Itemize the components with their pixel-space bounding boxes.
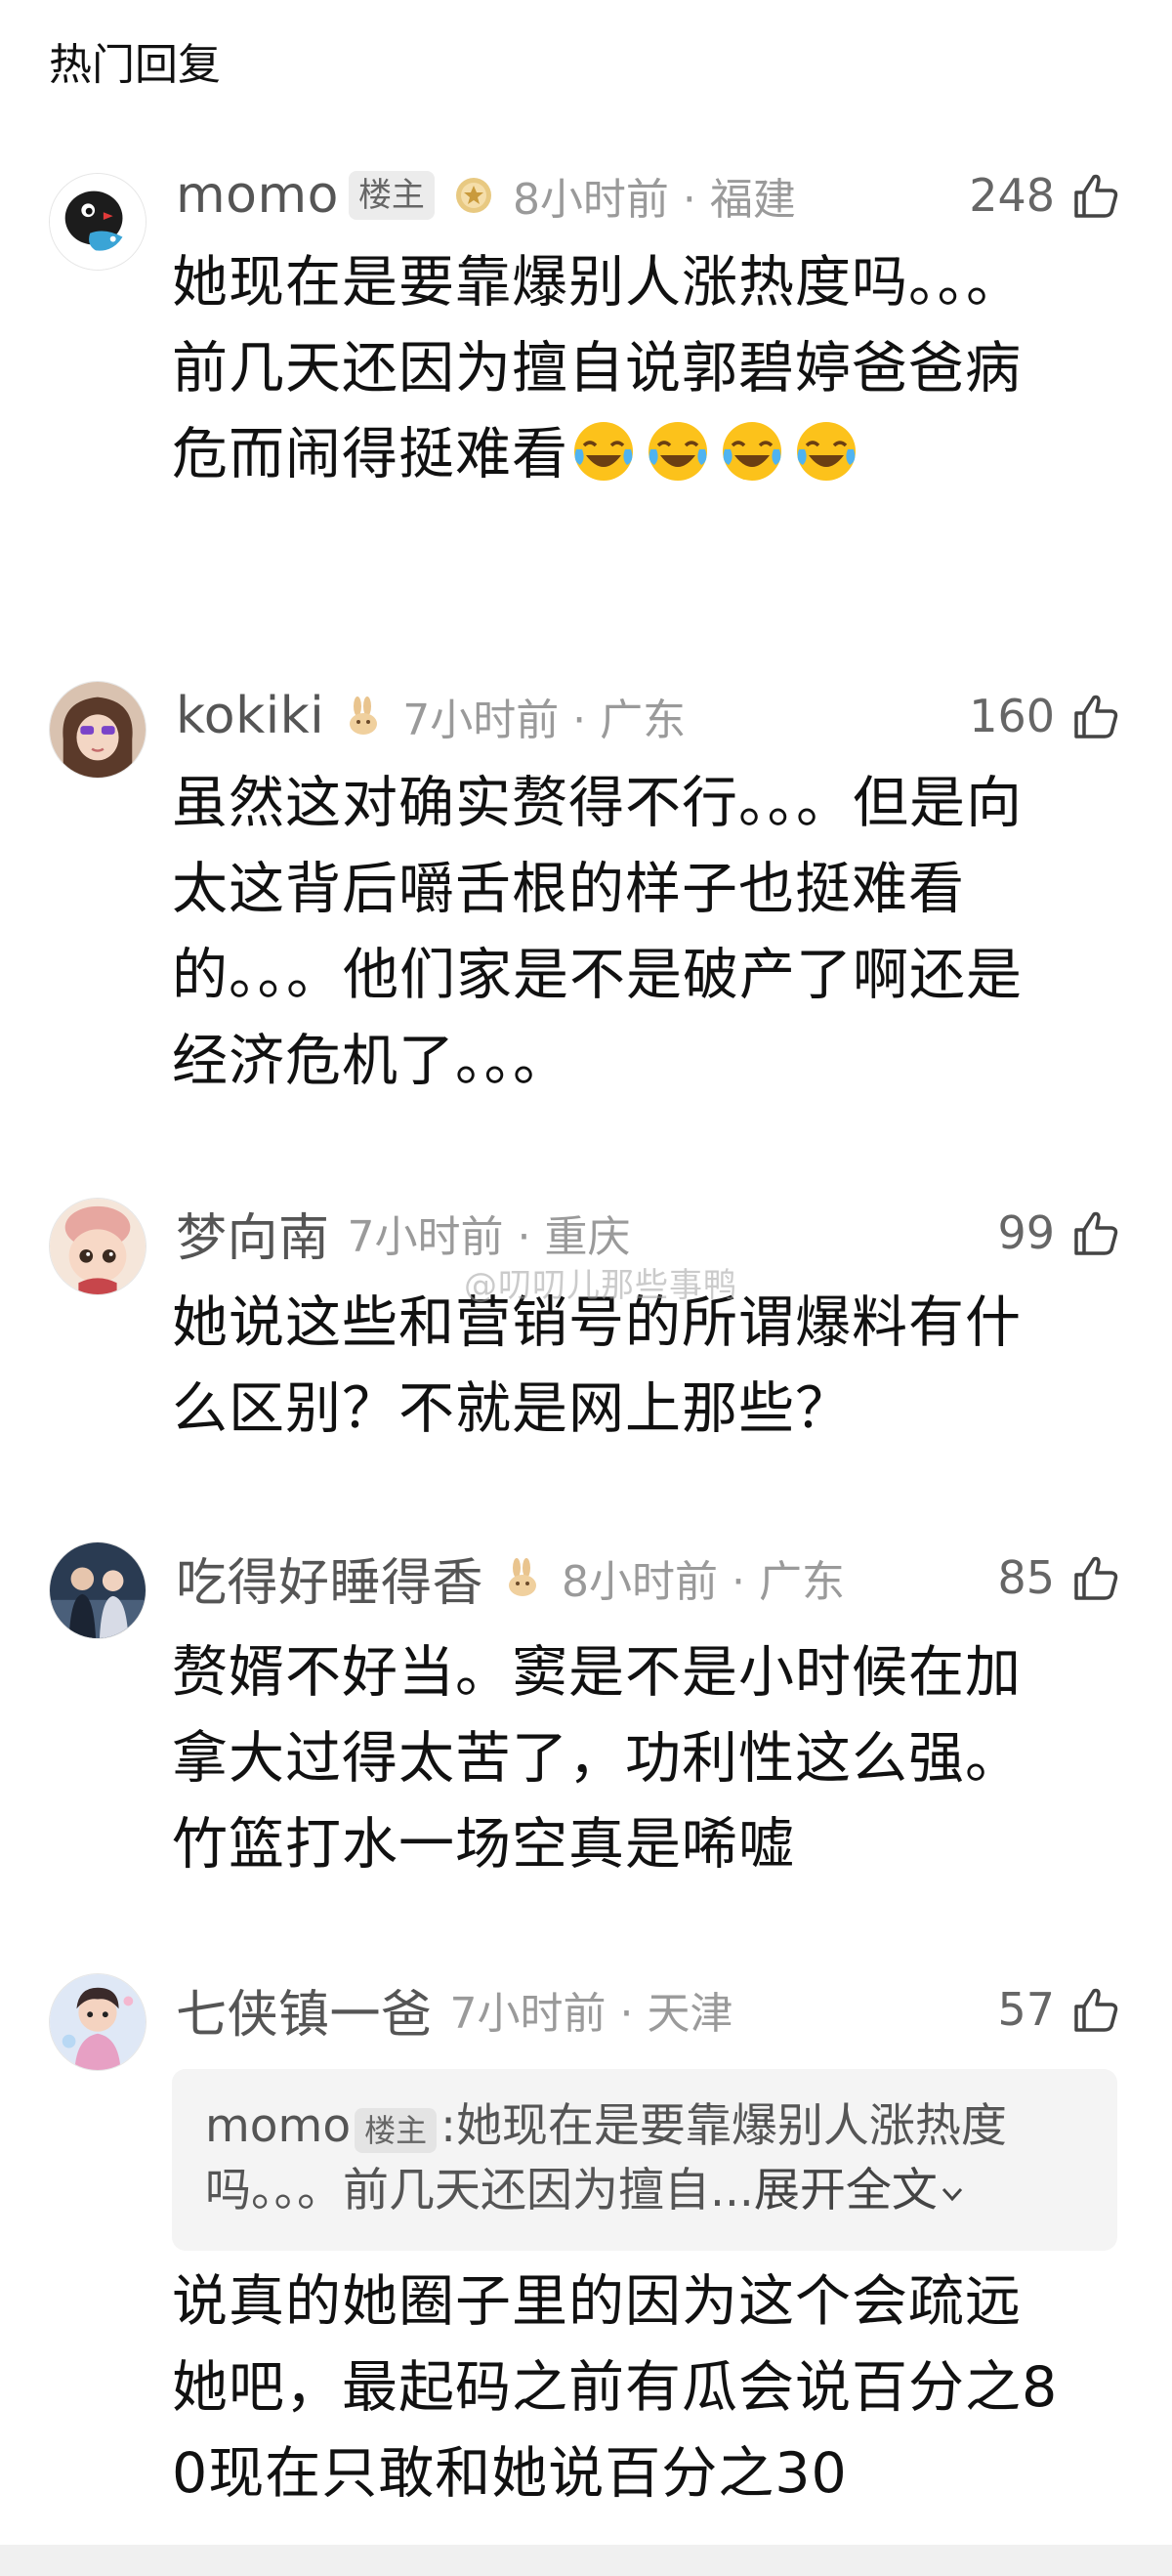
rabbit-icon — [501, 1556, 544, 1599]
time-location: 8小时前 · 广东 — [562, 1557, 845, 1607]
username[interactable]: kokiki — [176, 687, 324, 745]
comment-meta: 梦向南 7小时前 · 重庆 — [176, 1197, 631, 1270]
comment-meta: kokiki 7小时前 · 广东 — [176, 682, 686, 750]
quote-username[interactable]: momo — [205, 2099, 351, 2153]
like-count: 160 — [969, 690, 1055, 742]
quote-text: 她现在是要靠爆别人涨热度 — [455, 2099, 1007, 2153]
chevron-down-icon[interactable] — [938, 2179, 967, 2209]
like-button[interactable]: 99 — [997, 1199, 1121, 1267]
avatar[interactable] — [49, 173, 146, 271]
thumbs-up-icon[interactable] — [1068, 1983, 1121, 2036]
bottom-divider — [0, 2545, 1172, 2576]
like-count: 85 — [997, 1551, 1055, 1604]
username[interactable]: momo — [176, 166, 339, 225]
op-badge: 楼主 — [348, 171, 435, 220]
laugh-cry-emoji — [568, 416, 639, 486]
avatar[interactable] — [49, 1973, 146, 2071]
like-button[interactable]: 85 — [997, 1543, 1121, 1612]
username[interactable]: 吃得好睡得香 — [176, 1541, 483, 1615]
comment-meta: momo 楼主 8小时前 · 福建 — [176, 161, 796, 230]
like-count: 99 — [997, 1206, 1055, 1259]
time-location: 7小时前 · 重庆 — [347, 1212, 631, 1262]
gold-medal-icon — [452, 174, 495, 217]
time-location: 8小时前 · 福建 — [512, 175, 796, 225]
thumbs-up-icon[interactable] — [1068, 1206, 1121, 1259]
avatar[interactable] — [49, 1198, 146, 1295]
avatar[interactable] — [49, 1541, 146, 1639]
like-button[interactable]: 248 — [969, 161, 1121, 230]
comment-text: 虽然这对确实赘得不行。。。但是向太这背后嚼舌根的样子也挺难看的。。。他们家是不是… — [172, 771, 1023, 1093]
thumbs-up-icon[interactable] — [1068, 169, 1121, 222]
like-count: 248 — [969, 169, 1055, 222]
avatar[interactable] — [49, 681, 146, 779]
quoted-reply[interactable]: momo 楼主:她现在是要靠爆别人涨热度 吗。。。前几天还因为擅自...展开全文 — [172, 2069, 1117, 2251]
quote-line-1: momo 楼主:她现在是要靠爆别人涨热度 — [205, 2094, 1088, 2159]
thumbs-up-icon[interactable] — [1068, 690, 1121, 742]
comment-meta: 七侠镇一爸 7小时前 · 天津 — [176, 1973, 733, 2047]
like-button[interactable]: 57 — [997, 1975, 1121, 2044]
section-title: 热门回复 — [49, 40, 221, 90]
laugh-cry-emoji — [717, 416, 787, 486]
quote-separator: : — [440, 2099, 456, 2153]
comment-meta: 吃得好睡得香 8小时前 · 广东 — [176, 1541, 845, 1615]
like-button[interactable]: 160 — [969, 682, 1121, 750]
comment-text: 赘婿不好当。窦是不是小时候在加拿大过得太苦了，功利性这么强。竹篮打水一场空真是唏… — [172, 1640, 1022, 1877]
op-badge: 楼主 — [355, 2108, 438, 2153]
comment-text: 她现在是要靠爆别人涨热度吗。。。前几天还因为擅自说郭碧婷爸爸病危而闹得挺难看 — [172, 239, 1070, 497]
watermark: @叨叨儿那些事鸭 — [464, 1266, 737, 1305]
rabbit-icon — [342, 695, 385, 738]
username[interactable]: 梦向南 — [176, 1197, 330, 1270]
time-location: 7小时前 · 广东 — [402, 696, 687, 745]
expand-link[interactable]: 展开全文 — [754, 2164, 938, 2217]
quote-line-2: 吗。。。前几天还因为擅自...展开全文 — [205, 2159, 1088, 2223]
time-location: 7小时前 · 天津 — [449, 1989, 733, 2039]
username[interactable]: 七侠镇一爸 — [176, 1973, 433, 2047]
quote-text: 吗。。。前几天还因为擅自... — [205, 2164, 754, 2217]
laugh-cry-emoji — [643, 416, 713, 486]
thumbs-up-icon[interactable] — [1068, 1551, 1121, 1604]
like-count: 57 — [997, 1983, 1055, 2036]
comment-text: 说真的她圈子里的因为这个会疏远她吧，最起码之前有瓜会说百分之80现在只敢和她说百… — [172, 2269, 1059, 2506]
laugh-cry-emoji — [791, 416, 861, 486]
